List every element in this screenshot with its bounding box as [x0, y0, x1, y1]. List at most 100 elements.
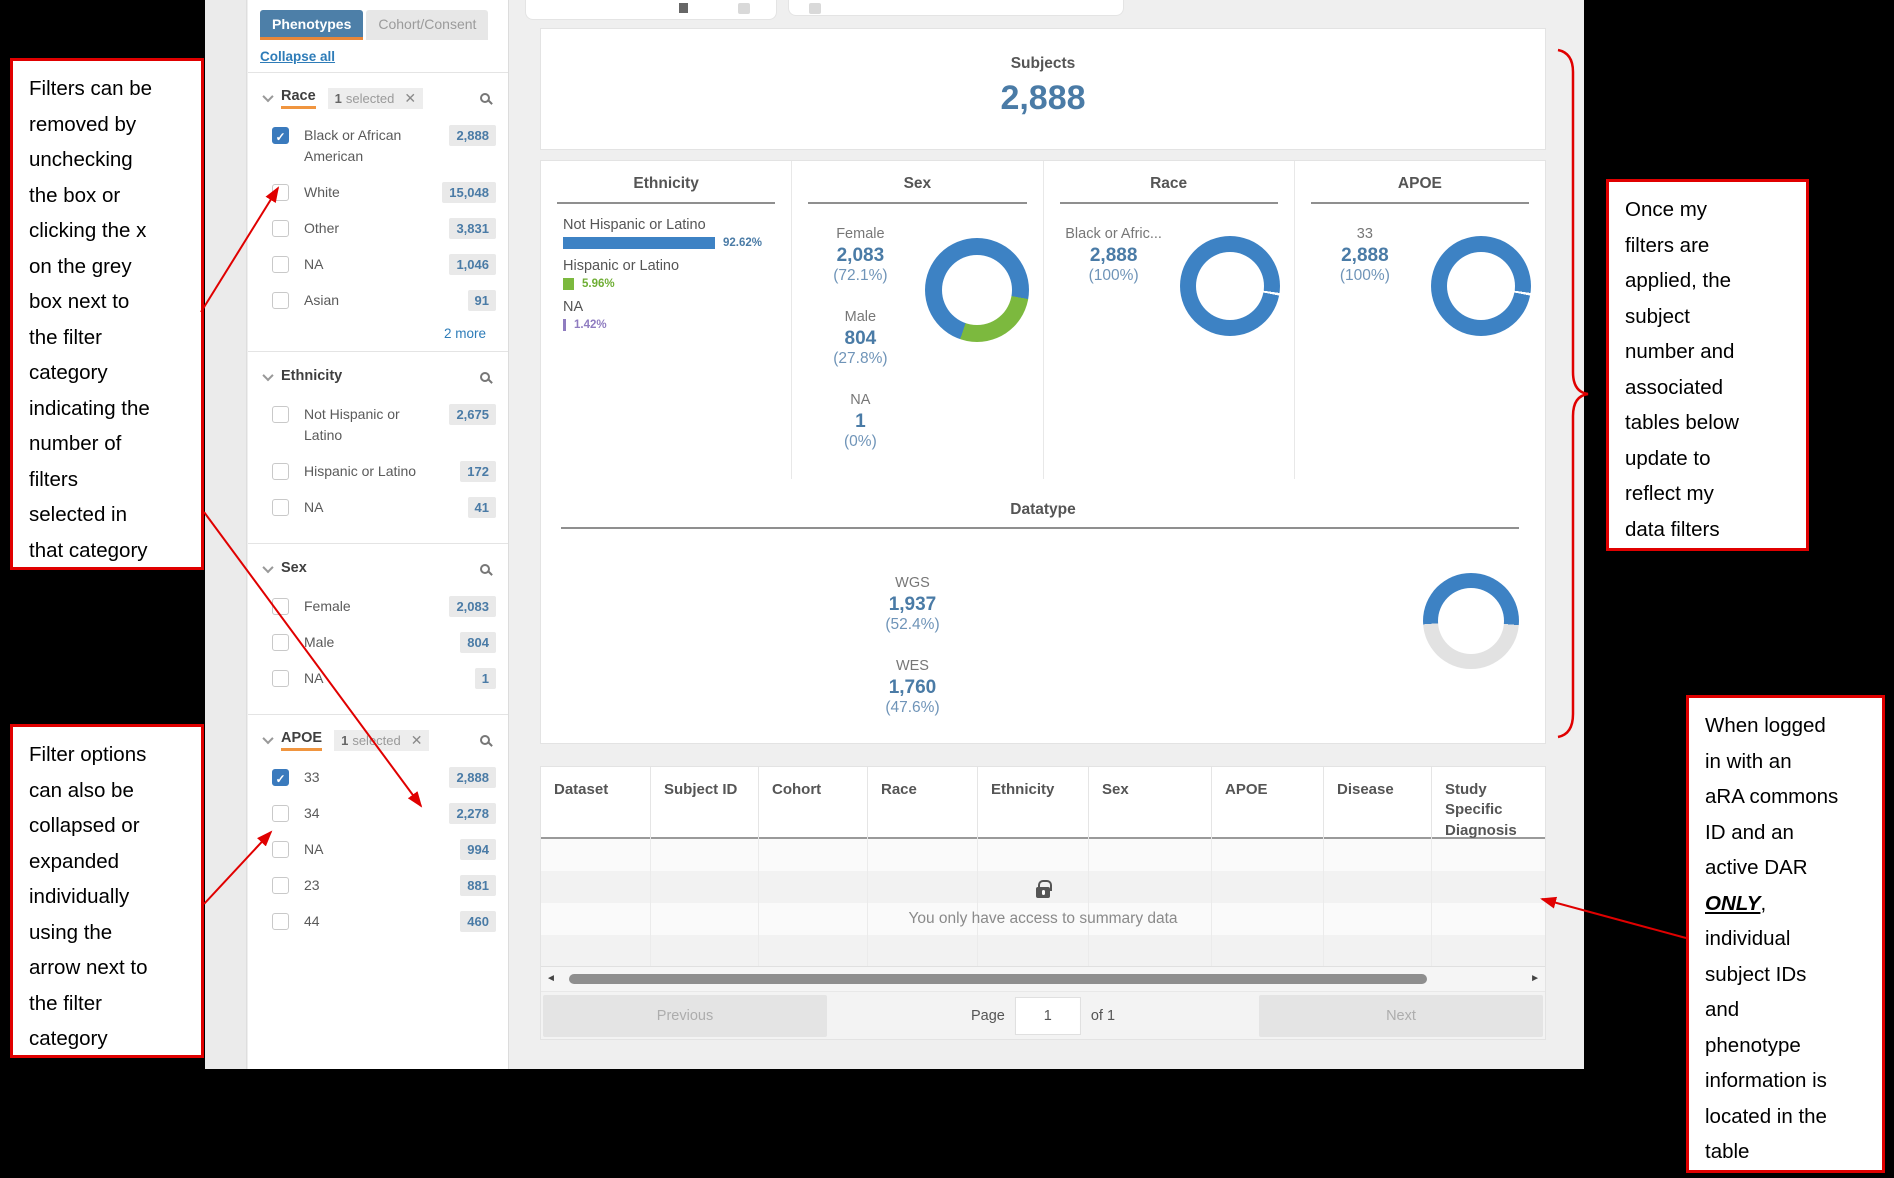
- checkbox[interactable]: [272, 598, 289, 615]
- filter-option-label: 33: [304, 767, 422, 788]
- stat-value: 1: [796, 411, 924, 433]
- checkbox[interactable]: [272, 220, 289, 237]
- check-icon: ✓: [275, 130, 285, 144]
- filter-option: 44 460: [272, 911, 496, 932]
- checkbox[interactable]: [272, 499, 289, 516]
- chart-title: Ethnicity: [541, 175, 791, 193]
- filter-option-count: 15,048: [442, 182, 496, 203]
- annotation-comma: ,: [1760, 892, 1766, 915]
- filter-option: NA 994: [272, 839, 496, 860]
- filter-option-count: 3,831: [449, 218, 496, 239]
- column-header: Dataset: [541, 767, 650, 841]
- filter-option-count: 1,046: [449, 254, 496, 275]
- checkbox[interactable]: [272, 841, 289, 858]
- selected-count-chip: 1 selected ✕: [334, 730, 429, 751]
- selected-count-chip: 1 selected ✕: [328, 88, 423, 109]
- tab-cohort-consent[interactable]: Cohort/Consent: [366, 10, 488, 40]
- filter-option: ✓ Black or African American 2,888: [272, 125, 496, 167]
- checkbox-checked[interactable]: ✓: [272, 769, 289, 786]
- checkbox[interactable]: [272, 913, 289, 930]
- control-icon: [809, 3, 821, 14]
- filter-option-label: NA: [304, 668, 422, 689]
- checkbox[interactable]: [272, 256, 289, 273]
- checkbox[interactable]: [272, 634, 289, 651]
- truncated-search-control[interactable]: [525, 0, 777, 20]
- chevron-down-icon[interactable]: [262, 91, 273, 102]
- filter-option: NA 41: [272, 497, 496, 518]
- stat-label: Male: [796, 309, 924, 325]
- search-icon[interactable]: [480, 93, 490, 103]
- filter-option-label: Not Hispanic or Latino: [304, 404, 422, 446]
- left-gutter: [205, 0, 247, 1069]
- tab-phenotypes[interactable]: Phenotypes: [260, 10, 363, 40]
- filter-group-title: Ethnicity: [281, 368, 342, 386]
- next-page-button[interactable]: Next: [1259, 995, 1543, 1037]
- page-number-input[interactable]: 1: [1015, 997, 1081, 1035]
- filter-option-count: 91: [468, 290, 496, 311]
- checkbox[interactable]: [272, 292, 289, 309]
- truncated-filter-control[interactable]: [788, 0, 1124, 16]
- data-portal-window: Phenotypes Cohort/Consent Collapse all R…: [205, 0, 1584, 1069]
- checkbox[interactable]: [272, 670, 289, 687]
- table-body: You only have access to summary data: [541, 839, 1545, 966]
- filter-group-ethnicity: Ethnicity Not Hispanic or Latino 2,675 H…: [248, 351, 508, 543]
- previous-page-button[interactable]: Previous: [543, 995, 827, 1037]
- checkbox-checked[interactable]: ✓: [272, 127, 289, 144]
- checkbox[interactable]: [272, 184, 289, 201]
- filter-option-count: 881: [460, 875, 496, 896]
- subjects-title: Subjects: [541, 55, 1545, 73]
- subjects-summary-card: Subjects 2,888: [540, 28, 1546, 150]
- title-rule: [561, 527, 1519, 529]
- checkbox[interactable]: [272, 406, 289, 423]
- bar: [563, 278, 574, 290]
- annotation-text: Filter options can also be collapsed or …: [29, 737, 197, 1057]
- checkbox[interactable]: [272, 877, 289, 894]
- collapse-all-link[interactable]: Collapse all: [260, 49, 335, 64]
- filter-option: Not Hispanic or Latino 2,675: [272, 404, 496, 446]
- filter-option-count: 2,675: [449, 404, 496, 425]
- filter-option-label: 23: [304, 875, 422, 896]
- search-icon[interactable]: [480, 564, 490, 574]
- chevron-down-icon[interactable]: [262, 562, 273, 573]
- filter-option-label: NA: [304, 497, 422, 518]
- filter-option-label: 44: [304, 911, 422, 932]
- annotation-text: When logged in with an aRA commons ID an…: [1705, 714, 1838, 879]
- annotation-box-collapse-filters: Filter options can also be collapsed or …: [10, 724, 204, 1058]
- scrollbar-thumb[interactable]: [569, 974, 1427, 984]
- scrollbar-track[interactable]: [561, 973, 1525, 985]
- lock-icon: [1036, 887, 1050, 898]
- stat-label: Black or Afric...: [1048, 226, 1180, 242]
- annotation-text: Filters can be removed by unchecking the…: [29, 71, 197, 568]
- clear-filter-x-icon[interactable]: ✕: [404, 91, 416, 105]
- show-more-link[interactable]: 2 more: [264, 326, 496, 341]
- scroll-right-arrow[interactable]: ►: [1525, 974, 1545, 984]
- filter-option: Female 2,083: [272, 596, 496, 617]
- sex-chart: Sex Female 2,083 (72.1%) Male 804: [791, 161, 1042, 479]
- filter-option-count: 2,083: [449, 596, 496, 617]
- chevron-down-icon[interactable]: [262, 370, 273, 381]
- horizontal-scrollbar: ◄ ►: [541, 966, 1545, 991]
- stat-value: 2,888: [1048, 245, 1180, 267]
- annotation-only-word: ONLY: [1705, 892, 1760, 915]
- access-notice: You only have access to summary data: [541, 839, 1545, 966]
- clear-filter-x-icon[interactable]: ✕: [411, 733, 423, 747]
- selected-word: selected: [352, 733, 400, 748]
- filter-group-race: Race 1 selected ✕ ✓ Black or African Ame…: [248, 72, 508, 351]
- search-icon[interactable]: [480, 735, 490, 745]
- scroll-left-arrow[interactable]: ◄: [541, 974, 561, 984]
- filter-option-label: Female: [304, 596, 422, 617]
- datatype-donut-chart: [1423, 573, 1519, 669]
- column-header: Ethnicity: [977, 767, 1088, 841]
- stat-label: 33: [1299, 226, 1431, 242]
- stat-value: 804: [796, 328, 924, 350]
- annotation-box-filters-applied: Once my filters are applied, the subject…: [1606, 179, 1809, 551]
- search-icon[interactable]: [480, 372, 490, 382]
- check-icon: ✓: [275, 772, 285, 786]
- filter-option-label: Hispanic or Latino: [304, 461, 422, 482]
- checkbox[interactable]: [272, 805, 289, 822]
- sidebar-tabs: Phenotypes Cohort/Consent: [260, 10, 498, 40]
- chevron-down-icon[interactable]: [262, 733, 273, 744]
- checkbox[interactable]: [272, 463, 289, 480]
- ethnicity-chart: Ethnicity Not Hispanic or Latino 92.62% …: [541, 161, 791, 479]
- chart-title: APOE: [1295, 175, 1545, 193]
